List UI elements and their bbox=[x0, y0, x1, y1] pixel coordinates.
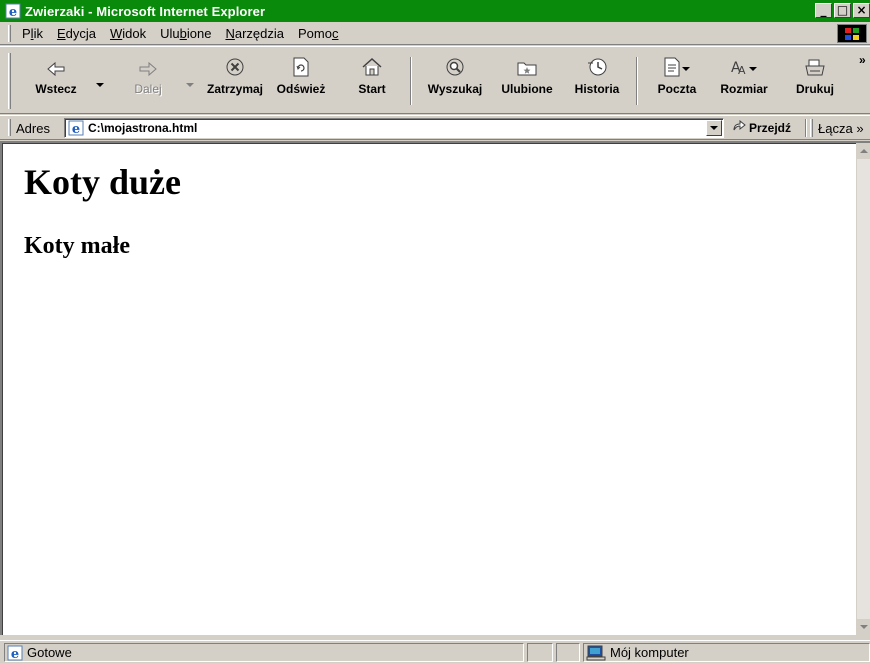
status-panel-progress bbox=[527, 643, 553, 662]
favorites-icon bbox=[516, 55, 538, 77]
favorites-button[interactable]: Ulubione bbox=[496, 55, 558, 109]
toolbar-grip[interactable] bbox=[8, 53, 11, 109]
font-size-label: Rozmiar bbox=[720, 82, 768, 96]
back-arrow-icon bbox=[46, 55, 66, 77]
address-separator bbox=[805, 119, 807, 137]
menu-file-label: Plik bbox=[22, 25, 43, 41]
status-panel-secure bbox=[556, 643, 580, 662]
page-content[interactable]: Koty duże Koty małe bbox=[0, 141, 870, 635]
stop-button[interactable]: Zatrzymaj bbox=[204, 55, 266, 109]
print-icon bbox=[804, 55, 826, 77]
menu-bar: Plik Edycja Widok Ulubione Narzędzia Pom… bbox=[0, 22, 870, 45]
font-size-button[interactable]: AA Rozmiar bbox=[714, 55, 774, 109]
heading-large-cats: Koty duże bbox=[24, 162, 181, 202]
font-size-icon: AA bbox=[729, 55, 759, 77]
scroll-down-button[interactable] bbox=[857, 619, 870, 635]
menu-view[interactable]: Widok bbox=[103, 25, 153, 42]
forward-label: Dalej bbox=[134, 82, 162, 96]
menu-favorites[interactable]: Ulubione bbox=[153, 25, 218, 42]
address-bar: Adres e C:\mojastrona.html Przejdź Łącza… bbox=[0, 115, 870, 140]
ie-page-icon: e bbox=[7, 645, 23, 661]
stop-label: Zatrzymaj bbox=[206, 82, 264, 96]
menubar-grip[interactable] bbox=[8, 24, 11, 42]
svg-text:e: e bbox=[11, 647, 19, 661]
go-arrow-icon bbox=[732, 119, 746, 135]
search-icon bbox=[445, 55, 465, 77]
svg-text:A: A bbox=[738, 64, 746, 77]
ie-page-icon: e bbox=[4, 2, 22, 20]
security-zone-panel: Mój komputer bbox=[583, 643, 870, 662]
menu-tools[interactable]: Narzędzia bbox=[218, 25, 291, 42]
print-button[interactable]: Drukuj bbox=[792, 55, 838, 109]
refresh-icon bbox=[292, 55, 310, 77]
print-label: Drukuj bbox=[795, 82, 834, 96]
back-button[interactable]: Wstecz bbox=[30, 55, 82, 109]
toolbar-separator bbox=[410, 57, 412, 105]
menu-favorites-label: Ulubione bbox=[160, 25, 212, 41]
search-label: Wyszukaj bbox=[427, 82, 483, 96]
forward-dropdown-arrow[interactable] bbox=[186, 83, 194, 87]
refresh-button[interactable]: Odśwież bbox=[270, 55, 332, 109]
favorites-label: Ulubione bbox=[501, 82, 553, 96]
menu-help[interactable]: Pomoc bbox=[291, 25, 345, 42]
go-label: Przejdź bbox=[749, 120, 792, 135]
home-label: Start bbox=[358, 82, 386, 96]
mail-icon bbox=[662, 55, 692, 77]
status-text-panel: e Gotowe bbox=[4, 643, 524, 662]
heading-small-cats: Koty małe bbox=[24, 233, 130, 259]
links-label: Łącza bbox=[818, 121, 853, 136]
toolbar-overflow-chevron[interactable]: » bbox=[859, 53, 866, 67]
maximize-button[interactable]: □ bbox=[834, 3, 851, 18]
title-bar[interactable]: e Zwierzaki - Microsoft Internet Explore… bbox=[0, 0, 870, 22]
stop-icon bbox=[225, 55, 245, 77]
svg-text:e: e bbox=[9, 5, 17, 19]
scroll-up-button[interactable] bbox=[857, 143, 870, 159]
home-button[interactable]: Start bbox=[352, 55, 392, 109]
address-value: C:\mojastrona.html bbox=[88, 121, 198, 135]
back-dropdown-arrow[interactable] bbox=[96, 83, 104, 87]
address-input[interactable]: e C:\mojastrona.html bbox=[64, 118, 724, 138]
mail-button[interactable]: Poczta bbox=[650, 55, 704, 109]
vertical-scrollbar[interactable] bbox=[856, 143, 870, 635]
status-bar: e Gotowe Mój komputer bbox=[0, 640, 870, 663]
windows-logo-icon bbox=[837, 24, 867, 43]
menu-view-label: Widok bbox=[109, 25, 147, 41]
menu-file[interactable]: Plik bbox=[15, 25, 50, 42]
ie-page-icon: e bbox=[68, 120, 84, 137]
menu-edit-label: Edycja bbox=[56, 25, 96, 41]
mail-label: Poczta bbox=[657, 82, 697, 96]
standard-toolbar: Wstecz Dalej Zatrzymaj Odśwież Start Wys… bbox=[0, 46, 870, 114]
computer-icon bbox=[586, 645, 606, 661]
minimize-button[interactable]: _ bbox=[815, 3, 832, 18]
history-button[interactable]: Historia bbox=[570, 55, 624, 109]
menu-edit[interactable]: Edycja bbox=[50, 25, 103, 42]
toolbar-separator bbox=[636, 57, 638, 105]
status-text: Gotowe bbox=[27, 645, 72, 660]
svg-text:e: e bbox=[72, 122, 80, 136]
links-button[interactable]: Łącza » bbox=[818, 121, 864, 136]
go-button[interactable]: Przejdź bbox=[732, 119, 792, 135]
search-button[interactable]: Wyszukaj bbox=[424, 55, 486, 109]
forward-button[interactable]: Dalej bbox=[126, 55, 170, 109]
links-grip[interactable] bbox=[810, 119, 813, 137]
window-title: Zwierzaki - Microsoft Internet Explorer bbox=[25, 3, 266, 19]
history-label: Historia bbox=[574, 82, 620, 96]
addressbar-grip[interactable] bbox=[8, 119, 11, 136]
home-icon bbox=[361, 55, 383, 77]
address-label: Adres bbox=[16, 121, 50, 136]
close-button[interactable]: × bbox=[853, 3, 870, 18]
menu-help-label: Pomoc bbox=[297, 25, 339, 41]
back-label: Wstecz bbox=[35, 82, 77, 96]
refresh-label: Odśwież bbox=[276, 82, 326, 96]
security-zone-text: Mój komputer bbox=[610, 645, 689, 660]
history-icon bbox=[587, 55, 607, 77]
menu-tools-label: Narzędzia bbox=[225, 25, 284, 41]
address-dropdown-button[interactable] bbox=[706, 120, 722, 136]
forward-arrow-icon bbox=[138, 55, 158, 77]
